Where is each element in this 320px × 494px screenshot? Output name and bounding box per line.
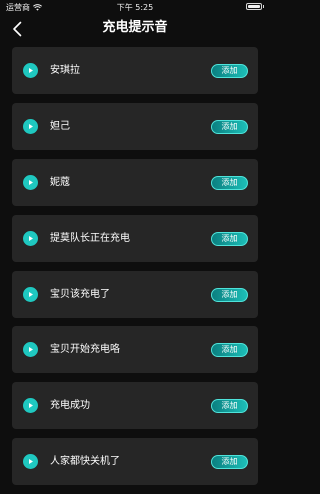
sound-name: 提莫队长正在充电: [50, 232, 130, 244]
list-item: 安琪拉 添加: [12, 47, 258, 94]
sound-name: 宝贝开始充电咯: [50, 344, 120, 356]
play-icon[interactable]: [23, 63, 38, 78]
list-item: 提莫队长正在充电 添加: [12, 214, 258, 262]
sound-name: 妲己: [50, 120, 70, 132]
nav-header: 充电提示音: [0, 14, 270, 44]
play-icon[interactable]: [23, 118, 38, 134]
list-item: 妲己 添加: [12, 102, 258, 150]
add-button[interactable]: 添加: [211, 175, 248, 190]
add-button[interactable]: 添加: [211, 231, 248, 246]
sound-name: 安琪拉: [50, 65, 80, 76]
sound-name: 妮蔻: [50, 176, 70, 188]
sound-list: 安琪拉 添加 妲己 添加 妮蔻 添加 提莫队长正在充电 添加 宝贝该充电了 添加…: [12, 47, 258, 494]
add-button[interactable]: 添加: [211, 119, 248, 134]
list-item: 充电成功 添加: [12, 382, 258, 430]
play-icon[interactable]: [23, 230, 38, 246]
add-button[interactable]: 添加: [211, 399, 248, 414]
status-bar: 运营商 下午 5:25: [0, 0, 270, 14]
sound-name: 充电成功: [50, 400, 90, 412]
play-icon[interactable]: [23, 286, 38, 302]
list-item: 宝贝开始充电咯 添加: [12, 326, 258, 374]
list-item: 妮蔻 添加: [12, 158, 258, 206]
status-time: 下午 5:25: [116, 3, 154, 12]
sound-name: 人家都快关机了: [50, 456, 120, 468]
page-title: 充电提示音: [102, 20, 168, 35]
sound-name: 宝贝该充电了: [50, 288, 110, 300]
play-icon[interactable]: [23, 174, 38, 190]
add-button[interactable]: 添加: [211, 455, 248, 470]
play-icon[interactable]: [23, 398, 38, 414]
list-item: 人家都快关机了 添加: [12, 438, 258, 486]
battery-icon: [246, 3, 264, 10]
add-button[interactable]: 添加: [211, 287, 248, 302]
add-button[interactable]: 添加: [211, 343, 248, 358]
list-item: 宝贝该充电了 添加: [12, 270, 258, 318]
play-icon[interactable]: [23, 342, 38, 358]
add-button[interactable]: 添加: [211, 64, 248, 78]
play-icon[interactable]: [23, 454, 38, 470]
